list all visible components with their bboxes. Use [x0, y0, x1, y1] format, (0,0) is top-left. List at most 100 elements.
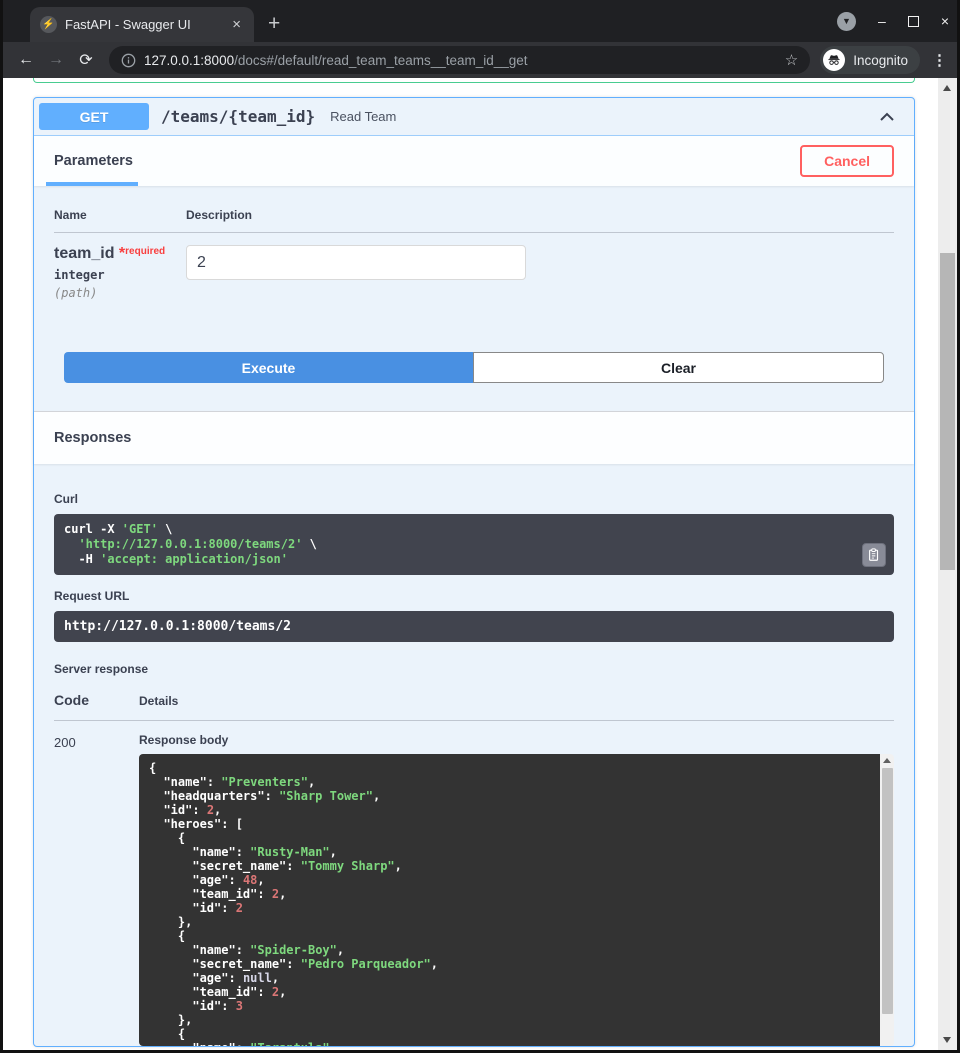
browser-window: ⚡ FastAPI - Swagger UI × + ▼ – × ← → ⟳ 1…: [3, 0, 957, 1050]
response-body-label: Response body: [139, 733, 894, 747]
code-line: "name": "Spider-Boy",: [149, 943, 870, 957]
execute-button[interactable]: Execute: [64, 352, 473, 383]
code-line: "id": 2,: [149, 803, 870, 817]
page-scrollbar-thumb[interactable]: [940, 253, 955, 570]
server-response-row: 200 Response body { "name": "Preventers"…: [54, 721, 894, 1046]
window-controls: ▼ – ×: [837, 0, 949, 42]
response-body-box: { "name": "Preventers", "headquarters": …: [139, 754, 894, 1046]
code-line: "team_id": 2,: [149, 985, 870, 999]
code-line: "secret_name": "Pedro Parqueador",: [149, 957, 870, 971]
parameter-type: integer: [54, 268, 186, 282]
required-label: required: [125, 246, 165, 257]
previous-operation-bottom-edge: [33, 78, 915, 83]
code-line: "name": "Rusty-Man",: [149, 845, 870, 859]
http-method-badge: GET: [39, 103, 149, 130]
curl-label: Curl: [54, 492, 894, 506]
operation-path: /teams/{team_id}: [161, 107, 315, 126]
maximize-button[interactable]: [908, 16, 919, 27]
incognito-label: Incognito: [853, 53, 908, 68]
operation-summary[interactable]: GET /teams/{team_id} Read Team: [34, 98, 914, 136]
server-response-label: Server response: [54, 662, 894, 676]
forward-icon[interactable]: →: [43, 51, 69, 69]
new-tab-button[interactable]: +: [268, 13, 280, 34]
responses-section-header: Responses: [34, 411, 914, 464]
parameters-section-header: Parameters Cancel: [34, 136, 914, 186]
column-name: Name: [54, 208, 186, 222]
parameter-name: team_id *required: [54, 245, 186, 263]
code-line: "name": "Tarantula": [149, 1041, 870, 1046]
responses-body: Curl curl -X 'GET' \ 'http://127.0.0.1:8…: [34, 464, 914, 1046]
parameter-row: team_id *required integer (path): [54, 233, 894, 300]
minimize-button[interactable]: –: [878, 13, 886, 29]
code-line: },: [149, 915, 870, 929]
browser-menu-icon[interactable]: ⋮: [932, 51, 947, 69]
code-line: "heroes": [: [149, 817, 870, 831]
code-line: "name": "Preventers",: [149, 775, 870, 789]
browser-toolbar: ← → ⟳ 127.0.0.1:8000/docs#/default/read_…: [3, 42, 957, 78]
tab-title: FastAPI - Swagger UI: [65, 17, 221, 32]
swagger-content: GET /teams/{team_id} Read Team Parameter…: [33, 78, 915, 1047]
browser-tab[interactable]: ⚡ FastAPI - Swagger UI ×: [30, 7, 254, 42]
details-column-header: Details: [139, 694, 894, 708]
page-scroll-up-icon[interactable]: [943, 85, 951, 91]
code-line: "age": null,: [149, 971, 870, 985]
code-line: curl -X 'GET' \: [64, 522, 854, 537]
code-column-header: Code: [54, 692, 139, 708]
request-url-label: Request URL: [54, 589, 894, 603]
responses-title: Responses: [54, 430, 131, 446]
window-close-button[interactable]: ×: [941, 13, 949, 29]
team-id-input[interactable]: [186, 245, 526, 280]
page-scrollbar[interactable]: [938, 78, 957, 1050]
parameter-name-cell: team_id *required integer (path): [54, 245, 186, 300]
column-description: Description: [186, 208, 894, 222]
get-operation-block: GET /teams/{team_id} Read Team Parameter…: [33, 97, 915, 1047]
page-scroll-down-icon[interactable]: [943, 1037, 951, 1043]
code-line: "headquarters": "Sharp Tower",: [149, 789, 870, 803]
response-body-json: { "name": "Preventers", "headquarters": …: [139, 754, 880, 1046]
tab-search-icon[interactable]: ▼: [837, 12, 856, 31]
code-line: "team_id": 2,: [149, 887, 870, 901]
code-line: {: [149, 929, 870, 943]
parameters-table: Name Description team_id *required integ…: [34, 186, 914, 300]
bookmark-star-icon[interactable]: ☆: [785, 51, 798, 69]
code-line: {: [149, 761, 870, 775]
tab-close-icon[interactable]: ×: [229, 16, 244, 33]
response-details-cell: Response body { "name": "Preventers", "h…: [139, 733, 894, 1046]
request-url-value: http://127.0.0.1:8000/teams/2: [54, 611, 894, 642]
curl-command: curl -X 'GET' \ 'http://127.0.0.1:8000/t…: [54, 514, 894, 575]
clear-button[interactable]: Clear: [473, 352, 884, 383]
fastapi-favicon-icon: ⚡: [40, 16, 57, 33]
url-host: 127.0.0.1:8000: [144, 53, 234, 68]
swagger-page: GET /teams/{team_id} Read Team Parameter…: [3, 78, 957, 1050]
code-line: {: [149, 831, 870, 845]
execute-wrapper: Execute Clear: [34, 300, 914, 411]
code-line: 'http://127.0.0.1:8000/teams/2' \: [64, 537, 854, 552]
tab-strip: ⚡ FastAPI - Swagger UI × + ▼ – ×: [3, 0, 957, 42]
incognito-icon: [823, 49, 845, 71]
cancel-button[interactable]: Cancel: [800, 145, 894, 177]
parameter-value-cell: [186, 245, 894, 300]
page-info-icon[interactable]: [121, 53, 136, 68]
operation-summary-text: Read Team: [330, 109, 396, 124]
parameter-location: (path): [54, 286, 186, 300]
scroll-up-arrow-icon[interactable]: [883, 758, 891, 763]
response-scrollbar-thumb[interactable]: [882, 768, 893, 1014]
incognito-badge: Incognito: [820, 46, 920, 74]
code-line: -H 'accept: application/json': [64, 552, 854, 567]
code-line: "id": 2: [149, 901, 870, 915]
reload-icon[interactable]: ⟳: [73, 50, 99, 70]
tab-parameters[interactable]: Parameters: [54, 136, 133, 186]
server-response-table-header: Code Details: [54, 692, 894, 721]
code-line: "secret_name": "Tommy Sharp",: [149, 859, 870, 873]
chevron-up-icon[interactable]: [877, 107, 897, 127]
response-body-scrollbar[interactable]: [880, 754, 894, 1046]
code-line: "id": 3: [149, 999, 870, 1013]
back-icon[interactable]: ←: [13, 51, 39, 69]
code-line: {: [149, 1027, 870, 1041]
url-text: 127.0.0.1:8000/docs#/default/read_team_t…: [144, 53, 777, 68]
copy-to-clipboard-button[interactable]: [862, 543, 886, 567]
address-bar[interactable]: 127.0.0.1:8000/docs#/default/read_team_t…: [109, 46, 810, 74]
parameters-table-header: Name Description: [54, 208, 894, 233]
url-path: /docs#/default/read_team_teams__team_id_…: [234, 53, 527, 68]
status-code: 200: [54, 733, 139, 1046]
